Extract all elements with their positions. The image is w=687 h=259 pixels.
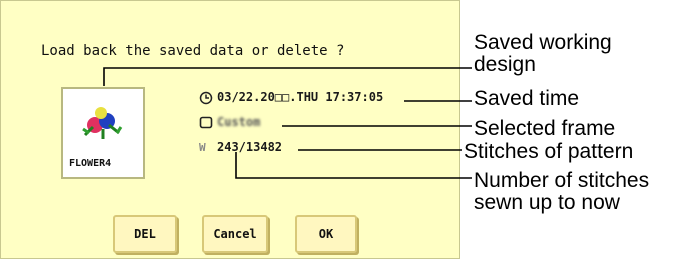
callout-sewn-1: Number of stitches	[474, 169, 650, 192]
callout-saved-design-1: Saved working	[474, 31, 612, 54]
callout-stitches-pattern: Stitches of pattern	[464, 140, 634, 163]
callout-sewn-2: sewn up to now	[474, 191, 620, 214]
callout-saved-time: Saved time	[474, 87, 580, 110]
callout-saved-design-2: design	[474, 53, 536, 76]
callout-selected-frame: Selected frame	[474, 117, 616, 140]
